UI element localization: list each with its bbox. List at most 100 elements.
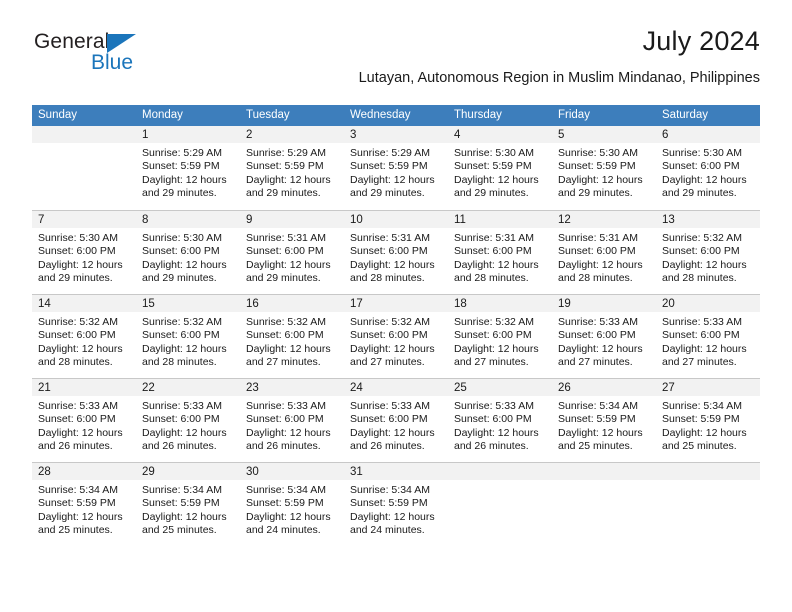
calendar-day-cell[interactable]: 21 Sunrise: 5:33 AM Sunset: 6:00 PM Dayligh…	[32, 378, 136, 462]
day-number: 13	[656, 211, 760, 228]
day-detail-daylight1: Daylight: 12 hours	[662, 173, 747, 186]
day-number: 4	[448, 126, 552, 143]
calendar-day-cell[interactable]: 2 Sunrise: 5:29 AM Sunset: 5:59 PM Daylight…	[240, 126, 344, 210]
calendar-day-cell[interactable]: 3 Sunrise: 5:29 AM Sunset: 5:59 PM Daylight…	[344, 126, 448, 210]
day-detail-sunset: Sunset: 6:00 PM	[142, 413, 220, 426]
day-detail-sunrise: Sunrise: 5:29 AM	[246, 147, 326, 159]
day-detail-daylight1: Daylight: 12 hours	[246, 258, 331, 271]
day-detail-sunrise: Sunrise: 5:29 AM	[142, 147, 222, 159]
calendar-day-cell[interactable]	[656, 462, 760, 546]
weekday-header-wednesday: Wednesday	[344, 105, 448, 126]
day-detail-sunrise: Sunrise: 5:34 AM	[558, 400, 638, 412]
calendar-day-cell[interactable]: 1 Sunrise: 5:29 AM Sunset: 5:59 PM Daylight…	[136, 126, 240, 210]
calendar-day-cell[interactable]: 4 Sunrise: 5:30 AM Sunset: 5:59 PM Daylight…	[448, 126, 552, 210]
day-detail-sunset: Sunset: 6:00 PM	[454, 329, 532, 342]
day-cell-body: 19 Sunrise: 5:33 AM Sunset: 6:00 PM Dayligh…	[552, 294, 656, 378]
day-detail-sunrise: Sunrise: 5:30 AM	[662, 147, 742, 159]
calendar-day-cell[interactable]: 20 Sunrise: 5:33 AM Sunset: 6:00 PM Dayligh…	[656, 294, 760, 378]
day-detail-daylight2: and 26 minutes.	[142, 440, 217, 453]
calendar-day-cell[interactable]: 15 Sunrise: 5:32 AM Sunset: 6:00 PM Dayligh…	[136, 294, 240, 378]
day-cell-body: 12 Sunrise: 5:31 AM Sunset: 6:00 PM Dayligh…	[552, 210, 656, 294]
day-detail-sunset: Sunset: 5:59 PM	[246, 160, 324, 173]
day-detail-daylight2: and 26 minutes.	[454, 440, 529, 453]
day-details: Sunrise: 5:31 AM Sunset: 6:00 PM Daylight:…	[344, 228, 448, 286]
day-cell-body: 25 Sunrise: 5:33 AM Sunset: 6:00 PM Dayligh…	[448, 378, 552, 462]
day-details: Sunrise: 5:34 AM Sunset: 5:59 PM Daylight:…	[344, 480, 448, 538]
day-details: Sunrise: 5:30 AM Sunset: 6:00 PM Daylight:…	[32, 228, 136, 286]
calendar-day-cell[interactable]: 17 Sunrise: 5:32 AM Sunset: 6:00 PM Dayligh…	[344, 294, 448, 378]
calendar-day-cell[interactable]: 11 Sunrise: 5:31 AM Sunset: 6:00 PM Dayligh…	[448, 210, 552, 294]
day-detail-sunrise: Sunrise: 5:30 AM	[38, 232, 118, 244]
calendar-day-cell[interactable]: 19 Sunrise: 5:33 AM Sunset: 6:00 PM Dayligh…	[552, 294, 656, 378]
calendar-day-cell[interactable]	[32, 126, 136, 210]
calendar-day-cell[interactable]: 6 Sunrise: 5:30 AM Sunset: 6:00 PM Daylight…	[656, 126, 760, 210]
calendar-day-cell[interactable]: 13 Sunrise: 5:32 AM Sunset: 6:00 PM Dayligh…	[656, 210, 760, 294]
day-cell-body: 27 Sunrise: 5:34 AM Sunset: 5:59 PM Dayligh…	[656, 378, 760, 462]
day-detail-daylight1: Daylight: 12 hours	[350, 342, 435, 355]
day-cell-body: 18 Sunrise: 5:32 AM Sunset: 6:00 PM Dayligh…	[448, 294, 552, 378]
day-detail-sunset: Sunset: 5:59 PM	[662, 413, 740, 426]
day-detail-sunset: Sunset: 6:00 PM	[38, 329, 116, 342]
calendar-day-cell[interactable]	[552, 462, 656, 546]
day-number: 12	[552, 211, 656, 228]
calendar-day-cell[interactable]: 12 Sunrise: 5:31 AM Sunset: 6:00 PM Dayligh…	[552, 210, 656, 294]
calendar-day-cell[interactable]: 31 Sunrise: 5:34 AM Sunset: 5:59 PM Dayligh…	[344, 462, 448, 546]
day-details: Sunrise: 5:29 AM Sunset: 5:59 PM Daylight:…	[136, 143, 240, 201]
day-detail-daylight2: and 25 minutes.	[662, 440, 737, 453]
calendar-day-cell[interactable]: 16 Sunrise: 5:32 AM Sunset: 6:00 PM Dayligh…	[240, 294, 344, 378]
calendar-day-cell[interactable]	[448, 462, 552, 546]
calendar-day-cell[interactable]: 9 Sunrise: 5:31 AM Sunset: 6:00 PM Daylight…	[240, 210, 344, 294]
weekday-header-friday: Friday	[552, 105, 656, 126]
day-detail-sunset: Sunset: 5:59 PM	[38, 497, 116, 510]
calendar-day-cell[interactable]: 22 Sunrise: 5:33 AM Sunset: 6:00 PM Dayligh…	[136, 378, 240, 462]
day-detail-daylight1: Daylight: 12 hours	[38, 342, 123, 355]
day-cell-body: 4 Sunrise: 5:30 AM Sunset: 5:59 PM Daylight…	[448, 126, 552, 210]
calendar-day-cell[interactable]: 7 Sunrise: 5:30 AM Sunset: 6:00 PM Daylight…	[32, 210, 136, 294]
calendar-day-cell[interactable]: 23 Sunrise: 5:33 AM Sunset: 6:00 PM Dayligh…	[240, 378, 344, 462]
day-detail-sunset: Sunset: 6:00 PM	[662, 245, 740, 258]
day-detail-daylight1: Daylight: 12 hours	[142, 173, 227, 186]
day-detail-daylight2: and 29 minutes.	[142, 272, 217, 285]
day-number: 3	[344, 126, 448, 143]
day-detail-daylight2: and 27 minutes.	[246, 356, 321, 369]
day-details	[552, 480, 656, 484]
day-details	[32, 143, 136, 147]
day-details: Sunrise: 5:34 AM Sunset: 5:59 PM Daylight:…	[136, 480, 240, 538]
calendar-day-cell[interactable]: 27 Sunrise: 5:34 AM Sunset: 5:59 PM Dayligh…	[656, 378, 760, 462]
calendar-day-cell[interactable]: 8 Sunrise: 5:30 AM Sunset: 6:00 PM Daylight…	[136, 210, 240, 294]
calendar-day-cell[interactable]: 14 Sunrise: 5:32 AM Sunset: 6:00 PM Dayligh…	[32, 294, 136, 378]
day-detail-daylight1: Daylight: 12 hours	[558, 173, 643, 186]
day-details: Sunrise: 5:33 AM Sunset: 6:00 PM Daylight:…	[448, 396, 552, 454]
weekday-header-tuesday: Tuesday	[240, 105, 344, 126]
day-number: 25	[448, 379, 552, 396]
day-cell-body	[448, 462, 552, 546]
calendar-day-cell[interactable]: 29 Sunrise: 5:34 AM Sunset: 5:59 PM Dayligh…	[136, 462, 240, 546]
day-details: Sunrise: 5:31 AM Sunset: 6:00 PM Daylight:…	[448, 228, 552, 286]
day-detail-sunrise: Sunrise: 5:32 AM	[454, 316, 534, 328]
calendar-week-row: 14 Sunrise: 5:32 AM Sunset: 6:00 PM Dayligh…	[32, 294, 760, 378]
calendar-week-row: 1 Sunrise: 5:29 AM Sunset: 5:59 PM Daylight…	[32, 126, 760, 210]
calendar-day-cell[interactable]: 10 Sunrise: 5:31 AM Sunset: 6:00 PM Dayligh…	[344, 210, 448, 294]
day-detail-daylight2: and 29 minutes.	[38, 272, 113, 285]
calendar-day-cell[interactable]: 26 Sunrise: 5:34 AM Sunset: 5:59 PM Dayligh…	[552, 378, 656, 462]
calendar-day-cell[interactable]: 5 Sunrise: 5:30 AM Sunset: 5:59 PM Daylight…	[552, 126, 656, 210]
day-detail-sunrise: Sunrise: 5:30 AM	[454, 147, 534, 159]
day-detail-sunrise: Sunrise: 5:34 AM	[246, 484, 326, 496]
day-number	[448, 463, 552, 480]
calendar-day-cell[interactable]: 18 Sunrise: 5:32 AM Sunset: 6:00 PM Dayligh…	[448, 294, 552, 378]
day-details: Sunrise: 5:32 AM Sunset: 6:00 PM Daylight:…	[136, 312, 240, 370]
calendar-day-cell[interactable]: 30 Sunrise: 5:34 AM Sunset: 5:59 PM Dayligh…	[240, 462, 344, 546]
day-detail-daylight2: and 26 minutes.	[246, 440, 321, 453]
page-header: General Blue July 2024 Lutayan, Autonomo…	[32, 0, 760, 86]
day-detail-sunset: Sunset: 5:59 PM	[350, 497, 428, 510]
day-detail-daylight1: Daylight: 12 hours	[142, 342, 227, 355]
day-number: 21	[32, 379, 136, 396]
day-cell-body: 20 Sunrise: 5:33 AM Sunset: 6:00 PM Dayligh…	[656, 294, 760, 378]
calendar-day-cell[interactable]: 24 Sunrise: 5:33 AM Sunset: 6:00 PM Dayligh…	[344, 378, 448, 462]
day-detail-sunrise: Sunrise: 5:34 AM	[350, 484, 430, 496]
day-cell-body: 31 Sunrise: 5:34 AM Sunset: 5:59 PM Dayligh…	[344, 462, 448, 546]
weekday-header-sunday: Sunday	[32, 105, 136, 126]
day-number: 31	[344, 463, 448, 480]
calendar-day-cell[interactable]: 25 Sunrise: 5:33 AM Sunset: 6:00 PM Dayligh…	[448, 378, 552, 462]
calendar-day-cell[interactable]: 28 Sunrise: 5:34 AM Sunset: 5:59 PM Dayligh…	[32, 462, 136, 546]
